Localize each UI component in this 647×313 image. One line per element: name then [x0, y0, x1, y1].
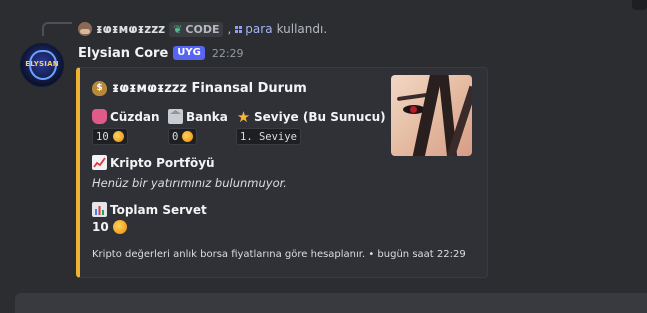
reply-separator: ,: [227, 22, 232, 36]
coin-icon: [112, 131, 124, 142]
reply-user-avatar[interactable]: [78, 22, 92, 36]
message-timestamp[interactable]: 22:29: [212, 47, 244, 60]
field-wallet-value: 10: [92, 128, 128, 145]
coin-icon: [182, 131, 194, 142]
command-mention[interactable]: para: [235, 22, 273, 36]
embed-title-text: ᵻⱷᵻмⱷᵻzzz Finansal Durum: [112, 80, 307, 96]
field-crypto-value: Henüz bir yatırımınız bulunmuyor.: [92, 176, 287, 190]
field-bank-name: Banka: [168, 108, 228, 125]
wallet-amount: 10: [96, 130, 109, 143]
field-bank-label: Banka: [186, 109, 228, 124]
field-crypto-name: Kripto Portföyü: [92, 154, 215, 171]
field-level-name: ★ Seviye (Bu Sunucu): [236, 107, 386, 126]
message-header: Elysian Core UYG 22:29: [78, 44, 244, 62]
field-total-label: Toplam Servet: [110, 202, 207, 217]
command-chip[interactable]: ❦ CODE: [169, 21, 224, 37]
field-bank-value: 0: [168, 128, 198, 145]
star-icon: ★: [236, 107, 251, 126]
wallet-code: 10: [92, 128, 128, 145]
author-name[interactable]: Elysian Core: [78, 46, 168, 61]
embed-footer: Kripto değerleri anlık borsa fiyatlarına…: [92, 249, 466, 260]
avatar-logo-text: ELYSIAN: [25, 60, 59, 68]
embed-title: $ ᵻⱷᵻмⱷᵻzzz Finansal Durum: [92, 79, 307, 97]
bank-amount: 0: [172, 130, 179, 143]
reply-suffix: kullandı.: [276, 22, 328, 36]
field-wallet-label: Cüzdan: [110, 109, 160, 124]
total-amount: 10: [92, 220, 109, 234]
command-chip-label: CODE: [185, 22, 220, 36]
field-crypto-label: Kripto Portföyü: [110, 155, 215, 170]
field-total-name: Toplam Servet: [92, 201, 207, 218]
embed-thumbnail-image[interactable]: [391, 75, 472, 156]
leaf-icon: ❦: [173, 22, 183, 36]
reply-context[interactable]: ᵻⱷᵻмⱷᵻzzz ❦ CODE , para kullandı.: [78, 20, 327, 38]
reply-spine: [42, 22, 72, 36]
level-code: 1. Seviye: [236, 128, 301, 145]
coin-icon: [112, 220, 127, 234]
field-level-label: Seviye (Bu Sunucu): [254, 109, 386, 124]
bot-avatar[interactable]: ELYSIAN: [20, 43, 64, 87]
message-input-bar[interactable]: [15, 293, 647, 313]
reply-username[interactable]: ᵻⱷᵻмⱷᵻzzz: [96, 22, 165, 36]
bank-icon: [168, 109, 183, 124]
money-bag-icon: $: [92, 80, 107, 96]
chart-increasing-icon: [92, 155, 107, 170]
field-level-value: 1. Seviye: [236, 128, 301, 145]
field-wallet-name: Cüzdan: [92, 108, 160, 125]
command-name: para: [245, 22, 273, 36]
app-command-icon: [235, 25, 243, 33]
field-total-value: 10: [92, 220, 127, 234]
scroll-edge: [632, 0, 647, 10]
purse-icon: [92, 109, 107, 124]
bar-chart-icon: [92, 202, 107, 217]
bank-code: 0: [168, 128, 198, 145]
app-badge: UYG: [173, 46, 205, 60]
